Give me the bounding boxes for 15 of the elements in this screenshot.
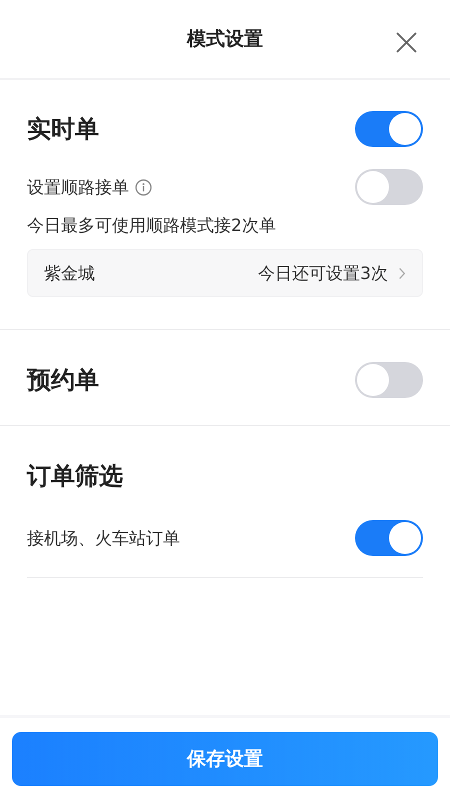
toggle-switch[interactable] (355, 520, 423, 556)
toggle-switch[interactable] (355, 362, 423, 398)
toggle-switch[interactable] (355, 111, 423, 147)
setting-label: 接机场、火车站订单 (27, 528, 180, 550)
section-title: 预约单 (27, 365, 99, 396)
section-title: 订单筛选 (27, 461, 123, 492)
section-title: 实时单 (27, 114, 99, 145)
location-row[interactable]: 紫金城 今日还可设置3次 (27, 249, 423, 297)
toggle-switch[interactable] (355, 169, 423, 205)
info-icon[interactable] (135, 178, 152, 196)
page-title: 模式设置 (187, 27, 263, 52)
setting-label: 设置顺路接单 (27, 176, 129, 198)
close-icon[interactable] (396, 32, 417, 53)
chevron-right-icon (398, 266, 406, 280)
limit-note: 今日最多可使用顺路模式接2次单 (27, 215, 277, 237)
